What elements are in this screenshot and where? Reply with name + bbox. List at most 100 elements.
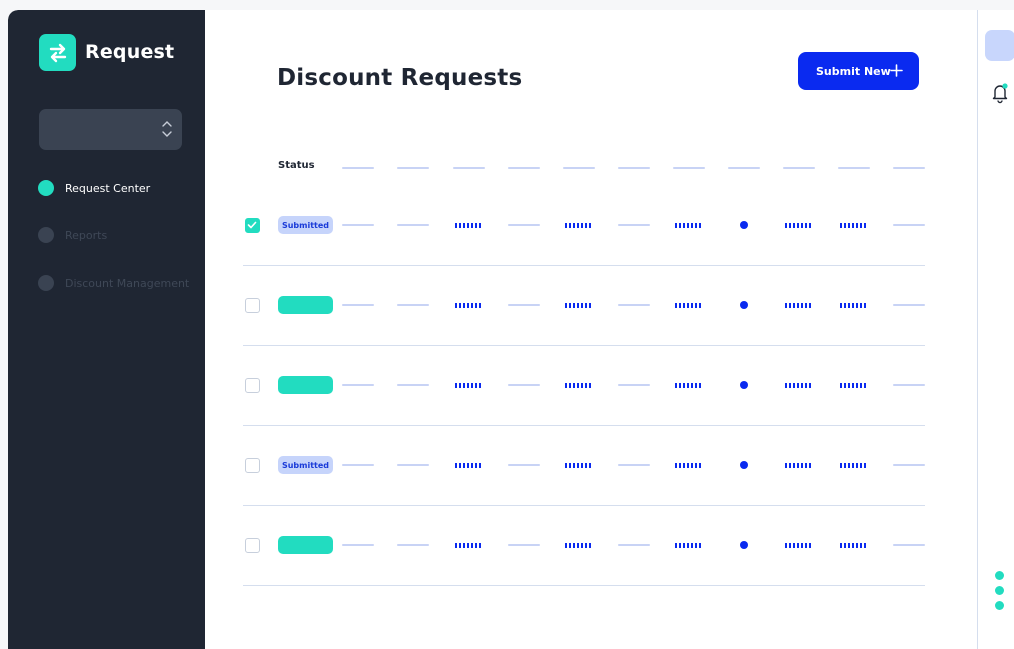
cell-placeholder — [893, 384, 925, 386]
cell-placeholder — [508, 224, 540, 226]
sidebar-item-reports[interactable]: Reports — [38, 225, 107, 245]
cell-value-masked — [565, 463, 593, 468]
cell-placeholder — [618, 384, 650, 386]
cell-placeholder — [508, 304, 540, 306]
cell-value-masked — [675, 543, 703, 548]
column-header-placeholder[interactable] — [342, 167, 374, 169]
cell-placeholder — [618, 224, 650, 226]
sidebar-item-label: Discount Management — [65, 276, 190, 290]
column-header-placeholder[interactable] — [893, 167, 925, 169]
sidebar-item-label: Reports — [65, 228, 108, 242]
column-header-placeholder[interactable] — [838, 167, 870, 169]
cell-placeholder — [342, 464, 374, 466]
vertical-dots-icon[interactable] — [995, 571, 1005, 613]
status-dot — [740, 461, 748, 469]
status-dot — [740, 381, 748, 389]
cell-value-masked — [675, 303, 703, 308]
row-checkbox[interactable] — [245, 378, 260, 393]
submit-new-label: Submit New — [816, 64, 891, 78]
cell-value-masked — [785, 223, 813, 228]
row-divider — [243, 585, 925, 586]
swap-arrows-icon[interactable] — [39, 34, 76, 71]
cell-placeholder — [342, 304, 374, 306]
divider — [977, 10, 978, 649]
cell-value-masked — [565, 543, 593, 548]
cell-placeholder — [342, 384, 374, 386]
status-badge — [278, 376, 333, 394]
cell-placeholder — [397, 224, 429, 226]
column-header-placeholder[interactable] — [453, 167, 485, 169]
row-checkbox[interactable] — [245, 458, 260, 473]
cell-value-masked — [455, 223, 483, 228]
column-header-placeholder[interactable] — [397, 167, 429, 169]
column-header-placeholder[interactable] — [673, 167, 705, 169]
cell-value-masked — [565, 223, 593, 228]
row-checkbox[interactable] — [245, 298, 260, 313]
status-badge: Submitted — [278, 216, 333, 234]
nav-dot-icon — [38, 275, 54, 291]
submit-new-button[interactable]: Submit New — [798, 52, 919, 90]
column-header-placeholder[interactable] — [618, 167, 650, 169]
cell-placeholder — [893, 464, 925, 466]
status-badge: Submitted — [278, 456, 333, 474]
cell-placeholder — [618, 464, 650, 466]
avatar[interactable] — [985, 30, 1014, 61]
row-divider — [243, 345, 925, 346]
page-title: Discount Requests — [277, 65, 523, 91]
cell-value-masked — [455, 303, 483, 308]
row-checkbox[interactable] — [245, 218, 260, 233]
cell-value-masked — [675, 463, 703, 468]
cell-placeholder — [397, 544, 429, 546]
cell-value-masked — [455, 463, 483, 468]
cell-value-masked — [455, 383, 483, 388]
app-window: Request Request Center Reports Discount … — [8, 10, 1014, 649]
sidebar: Request Request Center Reports Discount … — [8, 10, 205, 649]
status-dot — [740, 301, 748, 309]
cell-placeholder — [508, 544, 540, 546]
cell-value-masked — [455, 543, 483, 548]
plus-icon — [890, 64, 903, 77]
workspace-selector[interactable] — [39, 109, 182, 150]
nav-dot-icon — [38, 227, 54, 243]
status-column-header[interactable]: Status — [278, 160, 315, 171]
cell-placeholder — [397, 464, 429, 466]
bell-icon[interactable] — [991, 82, 1009, 104]
status-badge — [278, 536, 333, 554]
cell-placeholder — [893, 304, 925, 306]
cell-value-masked — [785, 383, 813, 388]
cell-placeholder — [508, 384, 540, 386]
cell-value-masked — [565, 303, 593, 308]
app-title: Request — [85, 41, 175, 63]
cell-placeholder — [342, 544, 374, 546]
cell-placeholder — [397, 304, 429, 306]
cell-placeholder — [893, 544, 925, 546]
cell-value-masked — [565, 383, 593, 388]
column-header-placeholder[interactable] — [563, 167, 595, 169]
cell-value-masked — [675, 223, 703, 228]
cell-placeholder — [342, 224, 374, 226]
sidebar-item-discount-management[interactable]: Discount Management — [38, 273, 189, 293]
row-divider — [243, 425, 925, 426]
cell-value-masked — [840, 383, 868, 388]
chevron-up-down-icon — [162, 121, 172, 137]
cell-value-masked — [840, 543, 868, 548]
status-dot — [740, 221, 748, 229]
column-header-placeholder[interactable] — [728, 167, 760, 169]
column-header-placeholder[interactable] — [783, 167, 815, 169]
column-header-placeholder[interactable] — [508, 167, 540, 169]
cell-placeholder — [508, 464, 540, 466]
row-checkbox[interactable] — [245, 538, 260, 553]
status-badge — [278, 296, 333, 314]
sidebar-item-request-center[interactable]: Request Center — [38, 178, 150, 198]
row-divider — [243, 505, 925, 506]
cell-placeholder — [618, 544, 650, 546]
status-dot — [740, 541, 748, 549]
nav-dot-icon — [38, 180, 54, 196]
cell-value-masked — [840, 303, 868, 308]
cell-value-masked — [785, 543, 813, 548]
cell-value-masked — [785, 463, 813, 468]
cell-value-masked — [840, 223, 868, 228]
cell-placeholder — [893, 224, 925, 226]
cell-value-masked — [785, 303, 813, 308]
cell-value-masked — [675, 383, 703, 388]
